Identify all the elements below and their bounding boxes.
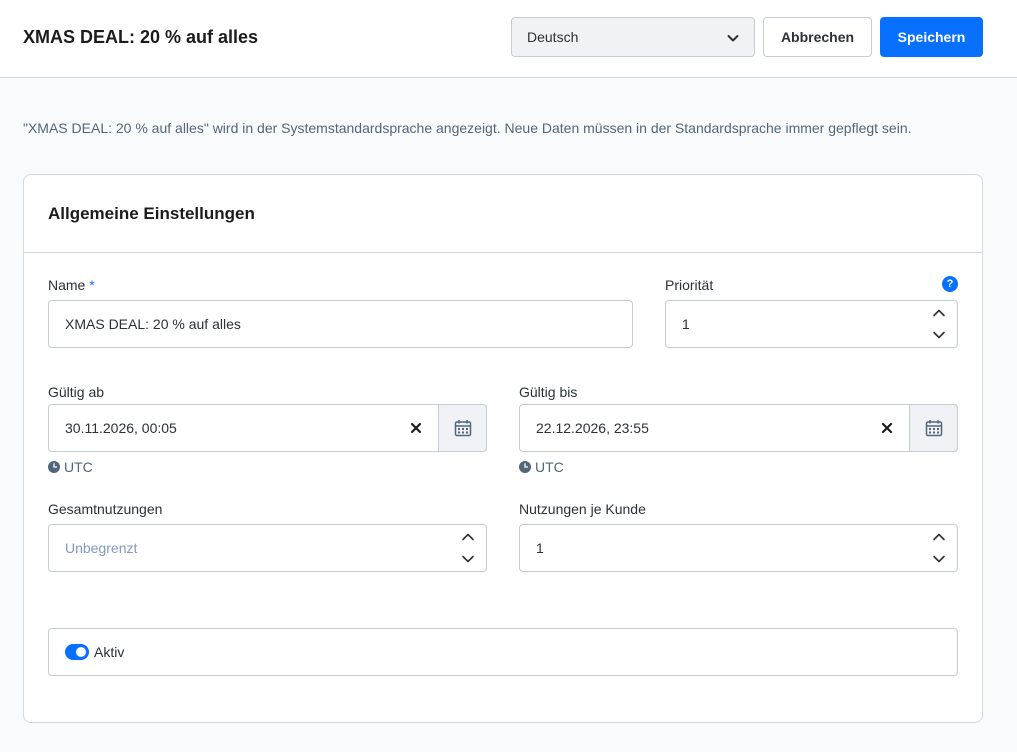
valid-from-input[interactable]: 30.11.2026, 00:05 bbox=[48, 404, 487, 452]
priority-stepper bbox=[931, 307, 947, 341]
chevron-up-icon[interactable] bbox=[460, 531, 476, 543]
chevron-down-icon bbox=[727, 35, 739, 42]
valid-until-label: Gültig bis bbox=[519, 384, 578, 400]
name-input[interactable]: XMAS DEAL: 20 % auf alles bbox=[48, 300, 633, 348]
timezone-label: UTC bbox=[64, 459, 93, 475]
valid-until-timezone: UTC bbox=[519, 459, 564, 475]
language-select-value: Deutsch bbox=[527, 29, 579, 45]
card-title: Allgemeine Einstellungen bbox=[48, 204, 255, 223]
page-title: XMAS DEAL: 20 % auf alles bbox=[23, 27, 259, 47]
valid-from-timezone: UTC bbox=[48, 459, 93, 475]
priority-input-value: 1 bbox=[682, 316, 690, 332]
chevron-up-icon[interactable] bbox=[931, 307, 947, 319]
name-label: Name * bbox=[48, 277, 95, 293]
valid-from-value: 30.11.2026, 00:05 bbox=[65, 420, 177, 436]
card-header: Allgemeine Einstellungen bbox=[24, 175, 982, 253]
total-uses-label: Gesamtnutzungen bbox=[48, 501, 163, 517]
calendar-button[interactable] bbox=[909, 404, 958, 452]
active-switch-field: Aktiv bbox=[48, 628, 958, 676]
uses-per-customer-stepper bbox=[931, 531, 947, 565]
chevron-down-icon[interactable] bbox=[931, 553, 947, 565]
clock-icon bbox=[48, 461, 60, 473]
timezone-label: UTC bbox=[535, 459, 564, 475]
clear-icon[interactable] bbox=[880, 421, 894, 435]
name-input-value: XMAS DEAL: 20 % auf alles bbox=[65, 316, 241, 332]
help-icon[interactable]: ? bbox=[942, 276, 958, 292]
chevron-down-icon[interactable] bbox=[460, 553, 476, 565]
chevron-down-icon[interactable] bbox=[931, 329, 947, 341]
valid-from-label: Gültig ab bbox=[48, 384, 105, 400]
default-language-info: "XMAS DEAL: 20 % auf alles" wird in der … bbox=[23, 120, 912, 136]
general-settings-card: Allgemeine Einstellungen Name * XMAS DEA… bbox=[23, 174, 983, 723]
calendar-icon bbox=[925, 420, 942, 437]
active-label: Aktiv bbox=[94, 644, 125, 660]
name-label-text: Name bbox=[48, 277, 86, 293]
uses-per-customer-label: Nutzungen je Kunde bbox=[519, 501, 646, 517]
valid-until-input[interactable]: 22.12.2026, 23:55 bbox=[519, 404, 958, 452]
cancel-button[interactable]: Abbrechen bbox=[763, 17, 872, 57]
total-uses-placeholder: Unbegrenzt bbox=[65, 540, 138, 556]
top-bar: XMAS DEAL: 20 % auf alles Deutsch Abbrec… bbox=[0, 0, 1017, 78]
active-toggle[interactable] bbox=[65, 644, 89, 660]
uses-per-customer-input[interactable]: 1 bbox=[519, 524, 958, 572]
chevron-up-icon[interactable] bbox=[931, 531, 947, 543]
total-uses-input[interactable]: Unbegrenzt bbox=[48, 524, 487, 572]
uses-per-customer-value: 1 bbox=[536, 540, 544, 556]
valid-until-value: 22.12.2026, 23:55 bbox=[536, 420, 649, 436]
language-select[interactable]: Deutsch bbox=[511, 17, 755, 57]
calendar-button[interactable] bbox=[438, 404, 487, 452]
priority-input[interactable]: 1 bbox=[665, 300, 958, 348]
clear-icon[interactable] bbox=[409, 421, 423, 435]
save-button[interactable]: Speichern bbox=[880, 17, 983, 57]
priority-label: Priorität bbox=[665, 277, 714, 293]
clock-icon bbox=[519, 461, 531, 473]
required-mark: * bbox=[89, 277, 95, 293]
calendar-icon bbox=[454, 420, 471, 437]
total-uses-stepper bbox=[460, 531, 476, 565]
